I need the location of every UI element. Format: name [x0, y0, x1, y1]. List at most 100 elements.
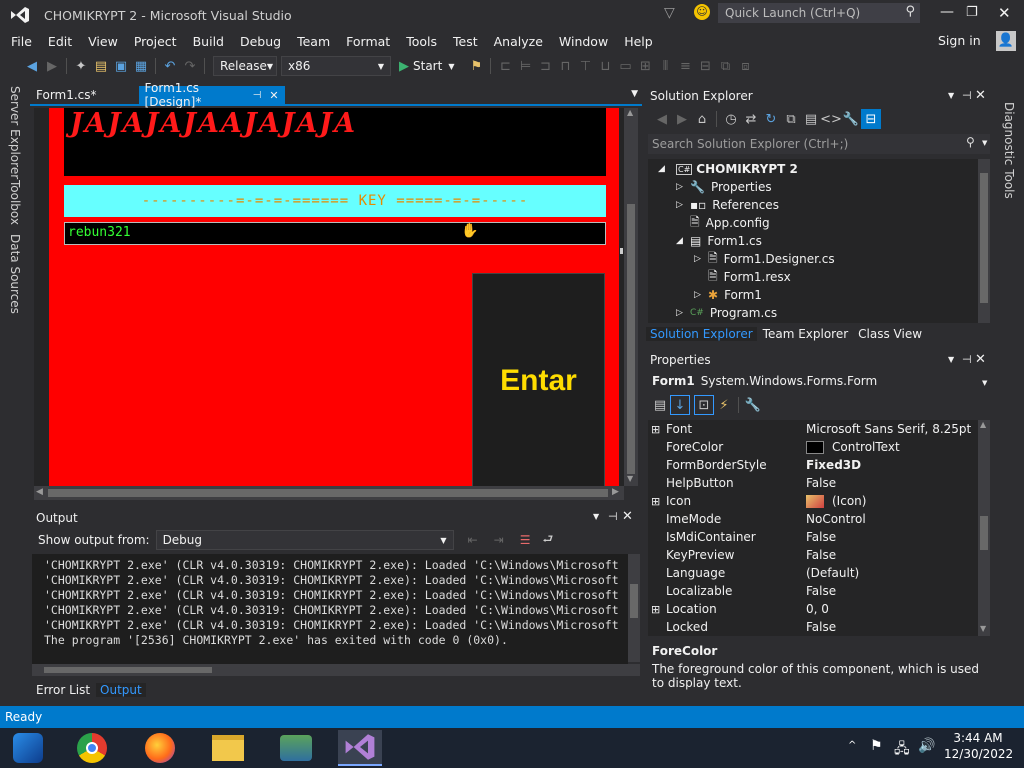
key-label[interactable]: ----------=-=-=-====== KEY =====-=-=----…: [64, 185, 606, 217]
sync-with-document-icon[interactable]: ⇄: [741, 109, 761, 129]
property-row-helpbutton[interactable]: HelpButton False: [648, 474, 978, 492]
property-value[interactable]: False: [800, 530, 978, 544]
properties-view-icon[interactable]: ⊡: [694, 395, 714, 415]
property-row-keypreview[interactable]: KeyPreview False: [648, 546, 978, 564]
tree-item-form1-designer[interactable]: ▷ 🗎 Form1.Designer.cs: [648, 250, 978, 268]
close-icon[interactable]: ✕: [975, 88, 986, 103]
scroll-thumb[interactable]: [44, 667, 212, 673]
collapse-all-icon[interactable]: ⧉: [781, 109, 801, 129]
tree-item-references[interactable]: ▷ ▪▫ References: [648, 196, 978, 214]
close-icon[interactable]: ✕: [269, 89, 278, 102]
network-people-icon[interactable]: [274, 730, 318, 766]
minimize-button[interactable]: —: [940, 4, 954, 20]
data-sources-tab[interactable]: Data Sources: [8, 234, 22, 314]
solution-tree-scrollbar[interactable]: [978, 159, 990, 323]
expand-arrow-icon[interactable]: ▷: [694, 290, 708, 300]
show-hidden-icons-chevron-icon[interactable]: ^: [848, 740, 856, 751]
enter-button[interactable]: Entar: [472, 273, 605, 486]
expand-plus-icon[interactable]: ⊞: [651, 495, 660, 508]
events-lightning-icon[interactable]: ⚡: [714, 395, 734, 415]
diagnostic-tools-tab[interactable]: Diagnostic Tools: [1002, 102, 1016, 199]
tab-form1-cs[interactable]: Form1.cs*: [30, 86, 103, 104]
property-value[interactable]: Microsoft Sans Serif, 8.25pt: [800, 422, 978, 436]
new-project-icon[interactable]: ✦: [71, 56, 91, 76]
network-icon[interactable]: 🖧: [894, 738, 910, 762]
property-value[interactable]: False: [800, 476, 978, 490]
vertical-spacing-icon[interactable]: ≡: [675, 56, 695, 76]
center-horizontally-icon[interactable]: ⊟: [695, 56, 715, 76]
scroll-thumb[interactable]: [627, 204, 635, 474]
back-icon[interactable]: ◀: [22, 56, 42, 76]
toolbox-tab[interactable]: Toolbox: [8, 180, 22, 225]
tab-class-view[interactable]: Class View: [854, 327, 926, 341]
quick-launch-input[interactable]: Quick Launch (Ctrl+Q) ⚲: [718, 3, 920, 23]
forward-icon[interactable]: ▶: [42, 56, 62, 76]
tab-overflow-chevron-icon[interactable]: ▼: [631, 89, 638, 99]
pin-icon[interactable]: ⊣: [962, 89, 972, 102]
pin-icon[interactable]: ⊣: [253, 90, 262, 101]
property-row-locked[interactable]: Locked False: [648, 618, 978, 636]
tab-team-explorer[interactable]: Team Explorer: [757, 327, 855, 341]
close-button[interactable]: ✕: [998, 4, 1011, 22]
make-same-size-icon[interactable]: ▭: [615, 56, 635, 76]
property-value[interactable]: NoControl: [800, 512, 978, 526]
property-row-language[interactable]: Language (Default): [648, 564, 978, 582]
menu-test[interactable]: Test: [445, 34, 486, 49]
tab-output[interactable]: Output: [96, 683, 146, 697]
file-explorer-icon[interactable]: [206, 730, 250, 766]
tab-solution-explorer[interactable]: Solution Explorer: [646, 327, 757, 341]
property-row-font[interactable]: ⊞ Font Microsoft Sans Serif, 8.25pt: [648, 420, 978, 438]
designer-vertical-scrollbar[interactable]: ▲ ▼: [624, 108, 638, 486]
output-horizontal-scrollbar[interactable]: [32, 664, 640, 676]
redo-icon[interactable]: ↷: [180, 56, 200, 76]
scroll-thumb[interactable]: [980, 516, 988, 550]
feedback-smiley-icon[interactable]: ☺: [694, 4, 710, 20]
undo-icon[interactable]: ↶: [160, 56, 180, 76]
scroll-up-icon[interactable]: ▲: [980, 420, 986, 429]
configuration-dropdown[interactable]: Release ▼: [213, 56, 277, 76]
property-value[interactable]: (Default): [800, 566, 978, 580]
tree-item-properties[interactable]: ▷ 🔧 Properties: [648, 178, 978, 196]
go-to-next-message-icon[interactable]: ⇥: [494, 533, 504, 547]
tab-form1-design[interactable]: Form1.cs [Design]* ⊣ ✕: [138, 81, 285, 109]
menu-window[interactable]: Window: [551, 34, 616, 49]
save-all-icon[interactable]: ▦: [131, 56, 151, 76]
start-button[interactable]: ▶ Start ▼: [399, 59, 454, 74]
property-row-localizable[interactable]: Localizable False: [648, 582, 978, 600]
view-code-icon[interactable]: <>: [820, 109, 842, 129]
tree-item-form1-class[interactable]: ▷ ✱ Form1: [648, 286, 978, 304]
menu-format[interactable]: Format: [338, 34, 398, 49]
restore-button[interactable]: ❐: [966, 5, 978, 20]
panel-menu-chevron-icon[interactable]: ▼: [948, 91, 954, 100]
close-icon[interactable]: ✕: [622, 509, 633, 524]
send-to-back-icon[interactable]: ⧈: [735, 56, 755, 76]
menu-edit[interactable]: Edit: [40, 34, 80, 49]
align-center-icon[interactable]: ⊨: [515, 56, 535, 76]
tab-error-list[interactable]: Error List: [30, 683, 96, 697]
title-label[interactable]: JAJAJAJAAJAJAJA: [70, 108, 357, 139]
property-grid-scrollbar[interactable]: ▲ ▼: [978, 420, 990, 636]
firefox-icon[interactable]: [138, 730, 182, 766]
resize-handle[interactable]: [620, 248, 623, 254]
property-pages-wrench-icon[interactable]: 🔧: [743, 395, 763, 415]
back-icon[interactable]: ◀: [652, 109, 672, 129]
scroll-left-icon[interactable]: ◀: [36, 487, 43, 497]
open-file-icon[interactable]: ▤: [91, 56, 111, 76]
horizontal-spacing-icon[interactable]: ⫴: [655, 56, 675, 76]
align-bottom-icon[interactable]: ⊔: [595, 56, 615, 76]
output-vertical-scrollbar[interactable]: [628, 554, 640, 662]
clock[interactable]: 3:44 AM 12/30/2022: [944, 731, 1013, 761]
account-avatar-icon[interactable]: 👤: [996, 31, 1016, 51]
expand-arrow-icon[interactable]: ◢: [676, 236, 690, 246]
show-all-files-icon[interactable]: ▤: [801, 109, 821, 129]
volume-icon[interactable]: 🔊: [918, 738, 935, 754]
server-explorer-tab[interactable]: Server Explorer: [8, 86, 22, 179]
platform-dropdown[interactable]: x86 ▼: [281, 56, 391, 76]
title-panel[interactable]: JAJAJAJAAJAJAJA: [64, 108, 606, 176]
expand-plus-icon[interactable]: ⊞: [651, 603, 660, 616]
refresh-icon[interactable]: ↻: [761, 109, 781, 129]
property-value[interactable]: ControlText: [824, 440, 978, 454]
home-icon[interactable]: ⌂: [692, 109, 712, 129]
property-row-icon[interactable]: ⊞ Icon (Icon): [648, 492, 978, 510]
scroll-thumb[interactable]: [630, 584, 638, 618]
